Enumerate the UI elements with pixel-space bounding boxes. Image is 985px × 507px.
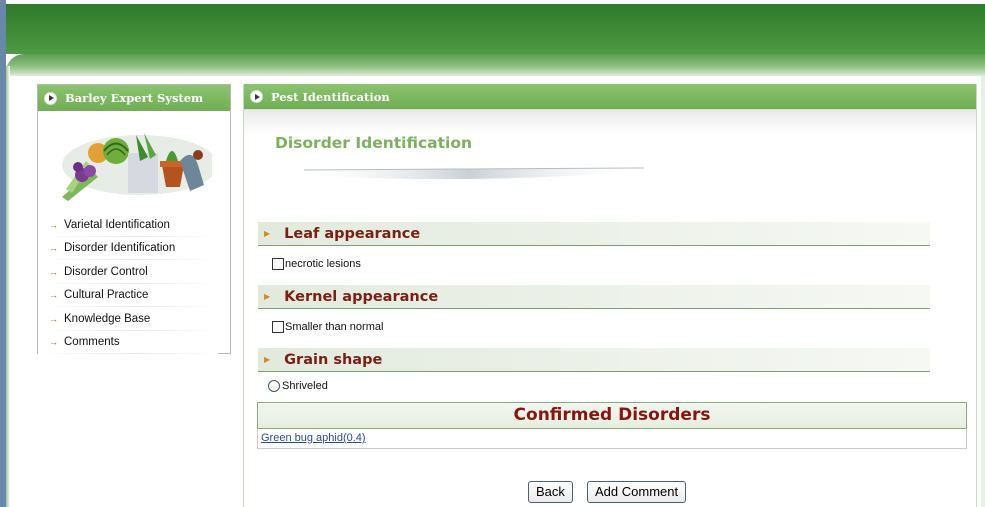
disorder-name: Green bug aphid (261, 432, 343, 444)
sidebar-panel: Barley Expert System → Varietal Identifi… (37, 84, 231, 354)
frame-right-border (981, 76, 985, 507)
radio-button[interactable] (268, 380, 280, 392)
sidebar-item-knowledge-base[interactable]: → Knowledge Base (38, 307, 218, 331)
checkbox[interactable] (272, 258, 284, 270)
back-button[interactable]: Back (528, 481, 573, 503)
option-shriveled[interactable]: Shriveled (268, 380, 328, 392)
option-smaller-than-normal[interactable]: Smaller than normal (272, 321, 383, 333)
sidebar-item-label: Cultural Practice (64, 289, 149, 302)
sidebar-nav: → Varietal Identification → Disorder Ide… (38, 213, 218, 354)
option-necrotic-lesions[interactable]: necrotic lesions (272, 258, 361, 270)
sidebar-item-label: Knowledge Base (64, 312, 151, 325)
header-shadow (244, 110, 976, 134)
add-comment-button[interactable]: Add Comment (587, 481, 687, 503)
sidebar-item-cultural-practice[interactable]: → Cultural Practice (38, 283, 218, 307)
sidebar-item-varietal-identification[interactable]: → Varietal Identification (38, 213, 218, 237)
sidebar-item-label: Disorder Control (64, 265, 148, 278)
checkbox[interactable] (272, 321, 284, 333)
arrow-bullet-icon: → (49, 313, 58, 324)
banner-curve (6, 54, 985, 76)
circle-arrow-icon (250, 90, 263, 103)
frame-left-border (6, 66, 10, 507)
sidebar-item-disorder-identification[interactable]: → Disorder Identification (38, 236, 218, 260)
sidebar-header: Barley Expert System (38, 85, 230, 111)
confirmed-disorders-header: Confirmed Disorders (257, 402, 967, 429)
sidebar-item-comments[interactable]: → Comments (38, 330, 218, 354)
confirmed-disorders-list: Green bug aphid(0.4) (257, 429, 967, 449)
section-title: Leaf appearance (284, 225, 421, 242)
sidebar-title: Barley Expert System (65, 91, 204, 105)
sidebar-item-label: Varietal Identification (64, 218, 170, 231)
section-title: Kernel appearance (284, 288, 439, 305)
section-title: Grain shape (284, 351, 383, 368)
main-header: Pest Identification (244, 84, 976, 110)
section-grain-shape: ▶ Grain shape (258, 348, 930, 372)
produce-banner-image (62, 133, 212, 201)
arrow-bullet-icon: → (49, 219, 58, 230)
sidebar-item-label: Comments (64, 336, 120, 349)
arrow-bullet-icon: → (49, 266, 58, 277)
section-arrow-icon: ▶ (264, 355, 271, 364)
sidebar-item-disorder-control[interactable]: → Disorder Control (38, 260, 218, 284)
option-label: Smaller than normal (285, 321, 384, 333)
arrow-bullet-icon: → (49, 243, 58, 254)
title-underline-swoosh (284, 167, 654, 180)
option-label: necrotic lesions (285, 258, 361, 270)
sidebar-item-label: Disorder Identification (64, 242, 176, 255)
option-label: Shriveled (282, 380, 328, 392)
top-banner (6, 4, 985, 54)
section-kernel-appearance: ▶ Kernel appearance (258, 285, 930, 309)
page-title: Disorder Identification (275, 134, 473, 152)
disorder-result-link[interactable]: Green bug aphid(0.4) (261, 432, 366, 444)
circle-arrow-icon (44, 91, 57, 105)
main-panel: Pest Identification Disorder Identificat… (243, 84, 977, 507)
section-arrow-icon: ▶ (264, 229, 271, 238)
section-arrow-icon: ▶ (264, 292, 271, 301)
disorder-score: (0.4) (342, 432, 366, 444)
arrow-bullet-icon: → (49, 337, 58, 348)
section-leaf-appearance: ▶ Leaf appearance (258, 222, 930, 246)
main-header-title: Pest Identification (271, 89, 390, 104)
arrow-bullet-icon: → (49, 290, 58, 301)
